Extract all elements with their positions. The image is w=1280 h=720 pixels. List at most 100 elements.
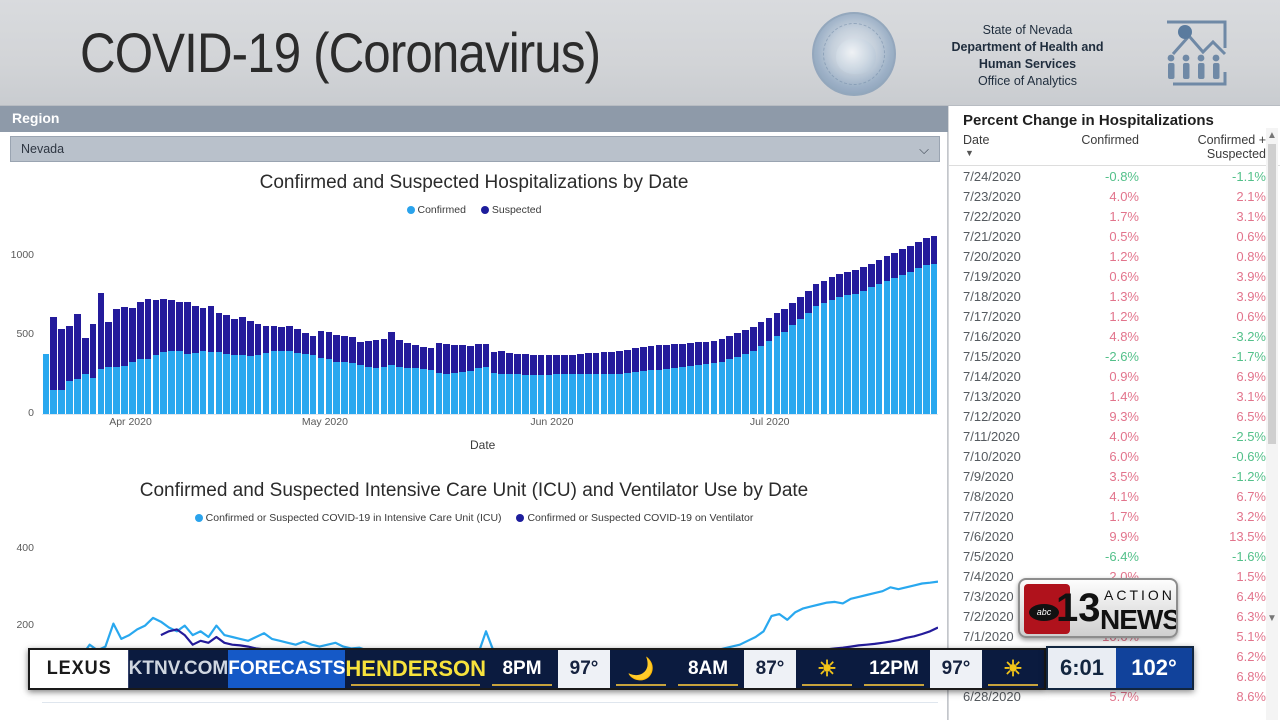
bar-column[interactable] bbox=[184, 301, 191, 414]
table-row[interactable]: 7/12/2020 9.3% 6.5% bbox=[949, 406, 1280, 426]
bar-column[interactable] bbox=[844, 272, 851, 414]
bar-column[interactable] bbox=[875, 260, 883, 414]
bar-column[interactable] bbox=[160, 299, 168, 414]
bar-column[interactable] bbox=[514, 353, 521, 414]
bar-column[interactable] bbox=[647, 345, 655, 414]
bar-column[interactable] bbox=[899, 249, 906, 414]
bar-column[interactable] bbox=[930, 235, 938, 414]
legend-item-icu[interactable]: Confirmed or Suspected COVID-19 in Inten… bbox=[194, 512, 502, 524]
table-row[interactable]: 7/17/2020 1.2% 0.6% bbox=[949, 306, 1280, 326]
bar-column[interactable] bbox=[419, 346, 427, 414]
bar-column[interactable] bbox=[797, 296, 804, 414]
bar-column[interactable] bbox=[396, 339, 403, 414]
bar-column[interactable] bbox=[506, 353, 513, 414]
table-row[interactable]: 7/5/2020 -6.4% -1.6% bbox=[949, 546, 1280, 566]
bar-column[interactable] bbox=[765, 318, 773, 414]
bar-column[interactable] bbox=[679, 343, 686, 414]
bar-column[interactable] bbox=[624, 349, 631, 414]
bar-column[interactable] bbox=[121, 307, 128, 414]
bar-column[interactable] bbox=[168, 300, 176, 414]
bar-column[interactable] bbox=[781, 308, 789, 414]
bar-column[interactable] bbox=[592, 353, 600, 414]
table-row[interactable]: 7/7/2020 1.7% 3.2% bbox=[949, 506, 1280, 526]
bar-column[interactable] bbox=[301, 333, 309, 414]
bar-column[interactable] bbox=[616, 351, 623, 414]
bar-column[interactable] bbox=[81, 338, 89, 414]
bar-column[interactable] bbox=[207, 305, 215, 414]
table-row[interactable]: 7/18/2020 1.3% 3.9% bbox=[949, 286, 1280, 306]
bar-column[interactable] bbox=[144, 299, 152, 414]
legend-item-suspected[interactable]: Suspected bbox=[480, 204, 541, 216]
bar-column[interactable] bbox=[655, 345, 663, 414]
bar-column[interactable] bbox=[561, 354, 568, 414]
bar-column[interactable] bbox=[270, 326, 278, 414]
bar-column[interactable] bbox=[828, 277, 836, 414]
bar-column[interactable] bbox=[718, 338, 726, 414]
bar-column[interactable] bbox=[867, 263, 875, 414]
bar-column[interactable] bbox=[191, 305, 199, 414]
bar-column[interactable] bbox=[239, 316, 246, 414]
bar-column[interactable] bbox=[694, 341, 702, 414]
bar-column[interactable] bbox=[922, 238, 930, 414]
bar-column[interactable] bbox=[380, 338, 388, 414]
bar-column[interactable] bbox=[42, 353, 50, 414]
bar-column[interactable] bbox=[702, 341, 710, 414]
bar-column[interactable] bbox=[639, 346, 647, 414]
bar-column[interactable] bbox=[671, 344, 679, 414]
bar-column[interactable] bbox=[804, 290, 812, 414]
bar-column[interactable] bbox=[404, 342, 411, 414]
bar-column[interactable] bbox=[199, 307, 207, 414]
bar-column[interactable] bbox=[451, 345, 458, 414]
scroll-down-chevron-icon[interactable]: ▼ bbox=[1267, 613, 1277, 624]
bar-column[interactable] bbox=[215, 312, 223, 414]
bar-column[interactable] bbox=[246, 321, 254, 414]
bar-column[interactable] bbox=[773, 313, 781, 414]
table-row[interactable]: 7/15/2020 -2.6% -1.7% bbox=[949, 346, 1280, 366]
bar-column[interactable] bbox=[254, 323, 262, 414]
bar-column[interactable] bbox=[482, 343, 490, 414]
bar-column[interactable] bbox=[742, 330, 749, 414]
bar-column[interactable] bbox=[152, 300, 160, 414]
bar-column[interactable] bbox=[113, 308, 120, 414]
column-header-confirmed-suspected[interactable]: Confirmed + Suspected bbox=[1139, 133, 1266, 161]
table-row[interactable]: 7/14/2020 0.9% 6.9% bbox=[949, 366, 1280, 386]
bar-column[interactable] bbox=[294, 329, 301, 414]
bar-column[interactable] bbox=[223, 315, 231, 414]
bar-column[interactable] bbox=[852, 269, 859, 414]
bar-column[interactable] bbox=[812, 284, 820, 414]
bar-column[interactable] bbox=[577, 353, 584, 414]
bar-column[interactable] bbox=[710, 341, 718, 414]
bar-column[interactable] bbox=[333, 334, 341, 414]
bar-column[interactable] bbox=[883, 256, 891, 414]
bar-column[interactable] bbox=[907, 246, 914, 414]
table-row[interactable]: 7/19/2020 0.6% 3.9% bbox=[949, 266, 1280, 286]
scroll-up-chevron-icon[interactable]: ▲ bbox=[1267, 130, 1277, 141]
bar-column[interactable] bbox=[584, 353, 592, 414]
bar-column[interactable] bbox=[262, 326, 270, 414]
bar-column[interactable] bbox=[537, 354, 545, 414]
table-row[interactable]: 7/8/2020 4.1% 6.7% bbox=[949, 486, 1280, 506]
bar-column[interactable] bbox=[176, 301, 183, 414]
bar-column[interactable] bbox=[136, 302, 144, 414]
bar-column[interactable] bbox=[687, 342, 694, 414]
bar-column[interactable] bbox=[443, 344, 451, 414]
table-row[interactable]: 7/22/2020 1.7% 3.1% bbox=[949, 206, 1280, 226]
bar-column[interactable] bbox=[757, 322, 765, 414]
table-row[interactable]: 7/10/2020 6.0% -0.6% bbox=[949, 446, 1280, 466]
bar-column[interactable] bbox=[278, 326, 286, 414]
bar-column[interactable] bbox=[553, 354, 561, 414]
bar-column[interactable] bbox=[859, 266, 867, 414]
bar-column[interactable] bbox=[608, 352, 616, 414]
bar-column[interactable] bbox=[474, 344, 482, 414]
bar-column[interactable] bbox=[820, 281, 828, 414]
bar-column[interactable] bbox=[632, 348, 639, 414]
table-row[interactable]: 7/9/2020 3.5% -1.2% bbox=[949, 466, 1280, 486]
bar-column[interactable] bbox=[836, 273, 844, 414]
table-row[interactable]: 7/6/2020 9.9% 13.5% bbox=[949, 526, 1280, 546]
table-row[interactable]: 7/20/2020 1.2% 0.8% bbox=[949, 246, 1280, 266]
bar-column[interactable] bbox=[435, 342, 443, 414]
bar-column[interactable] bbox=[522, 353, 529, 414]
chevron-down-icon[interactable]: ⌵ bbox=[919, 142, 929, 157]
bar-column[interactable] bbox=[498, 351, 506, 414]
bar-column[interactable] bbox=[914, 242, 922, 414]
